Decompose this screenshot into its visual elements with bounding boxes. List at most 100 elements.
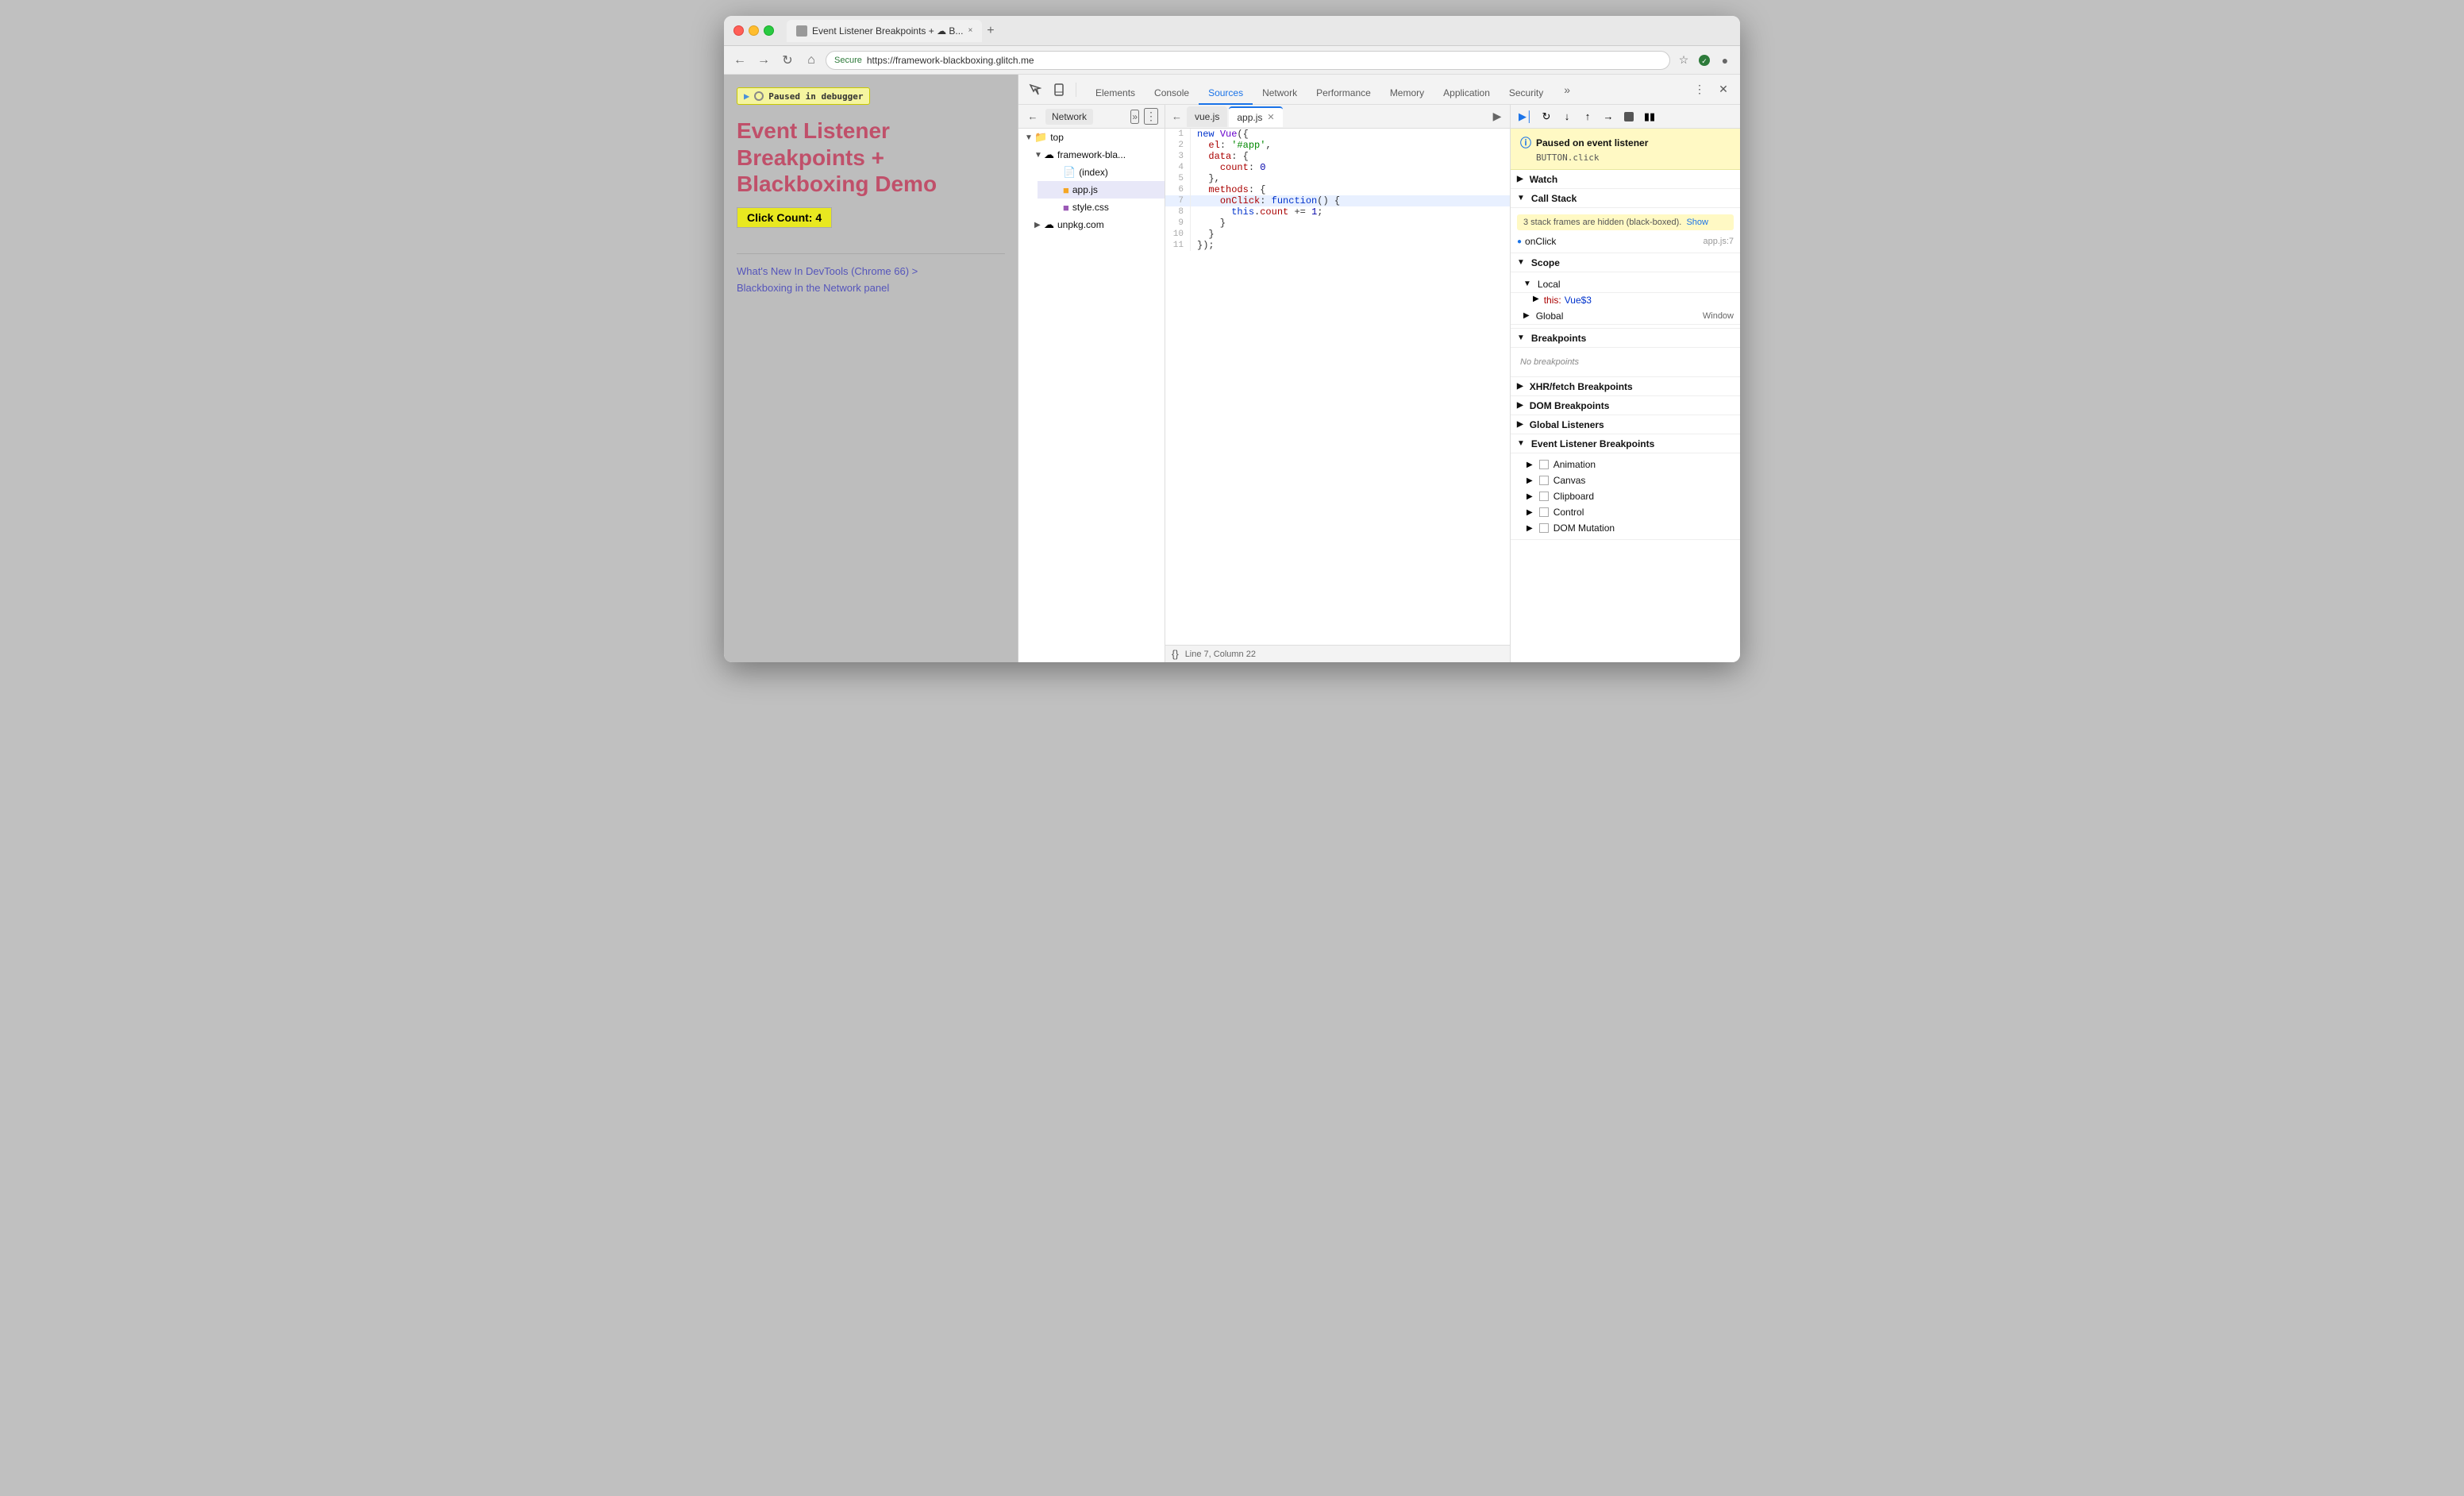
title-bar: Event Listener Breakpoints + ☁ B... × + <box>724 16 1740 46</box>
onclick-row[interactable]: ● onClick app.js:7 <box>1511 233 1740 249</box>
global-val: Window <box>1703 311 1734 321</box>
cursor-position: Line 7, Column 22 <box>1185 650 1256 659</box>
breakpoints-section-header[interactable]: ▼ Breakpoints <box>1511 329 1740 348</box>
global-listeners-section-header[interactable]: ▶ Global Listeners <box>1511 415 1740 434</box>
address-right-icons: ☆ ✓ ● <box>1675 52 1734 69</box>
evtbp-clipboard-label: Clipboard <box>1553 491 1594 502</box>
watch-section-header[interactable]: ▶ Watch <box>1511 170 1740 189</box>
new-tab-button[interactable]: + <box>984 24 997 38</box>
editor-tab-appjs[interactable]: app.js ✕ <box>1229 106 1282 127</box>
editor-tab-vuejs[interactable]: vue.js <box>1187 106 1227 127</box>
paused-record-indicator <box>754 91 764 101</box>
evtbp-canvas-checkbox[interactable] <box>1539 476 1549 485</box>
evtbp-animation-checkbox[interactable] <box>1539 460 1549 469</box>
main-content: ▶ Paused in debugger Event Listener Brea… <box>724 75 1740 662</box>
customize-button[interactable]: ⋮ <box>1689 79 1710 100</box>
fe-back-button[interactable]: ← <box>1025 109 1041 125</box>
onclick-dot: ● <box>1517 237 1522 246</box>
onclick-label: onClick <box>1525 236 1700 247</box>
callstack-show-link[interactable]: Show <box>1686 218 1708 227</box>
format-icon[interactable]: {} <box>1172 648 1179 660</box>
editor-format-button[interactable]: ▶ <box>1488 107 1507 126</box>
tab-performance[interactable]: Performance <box>1307 83 1380 105</box>
fe-network-tab[interactable]: Network <box>1045 109 1093 125</box>
back-button[interactable]: ← <box>730 51 749 70</box>
local-section-header[interactable]: ▼ Local <box>1511 276 1740 293</box>
step-button[interactable]: → <box>1600 108 1617 125</box>
fe-menu-button[interactable]: ⋮ <box>1144 108 1158 125</box>
step-into-button[interactable]: ↓ <box>1558 108 1576 125</box>
tree-item-top[interactable]: ▼ 📁 top <box>1018 129 1165 146</box>
browser-tab[interactable]: Event Listener Breakpoints + ☁ B... × <box>787 20 982 42</box>
evtbp-dom-mutation-checkbox[interactable] <box>1539 523 1549 533</box>
watch-label: Watch <box>1530 174 1558 185</box>
code-line-4: 4 count: 0 <box>1165 162 1510 173</box>
evtbp-animation: ▶ Animation <box>1511 457 1740 472</box>
code-lines: 1 new Vue({ 2 el: '#app', 3 <box>1165 129 1510 251</box>
scope-section-header[interactable]: ▼ Scope <box>1511 253 1740 272</box>
divider <box>737 253 1005 254</box>
tab-console[interactable]: Console <box>1145 83 1199 105</box>
tab-elements[interactable]: Elements <box>1086 83 1145 105</box>
global-section-header[interactable]: ▶ Global Window <box>1511 307 1740 325</box>
step-over-button[interactable]: ↻ <box>1538 108 1555 125</box>
home-button[interactable]: ⌂ <box>802 51 821 70</box>
blackbox-button[interactable] <box>1620 108 1638 125</box>
extensions-icon[interactable]: ✓ <box>1696 52 1713 69</box>
editor-tab-nav-back[interactable]: ← <box>1168 110 1185 122</box>
dom-section-header[interactable]: ▶ DOM Breakpoints <box>1511 396 1740 415</box>
onclick-location: app.js:7 <box>1703 237 1734 246</box>
tab-security[interactable]: Security <box>1500 83 1553 105</box>
devtools-link[interactable]: What's New In DevTools (Chrome 66) > <box>737 265 918 277</box>
xhr-section-header[interactable]: ▶ XHR/fetch Breakpoints <box>1511 377 1740 396</box>
close-button[interactable] <box>733 25 744 36</box>
code-line-7: 7 onClick: function() { <box>1165 195 1510 206</box>
device-toolbar-button[interactable] <box>1049 79 1069 100</box>
close-devtools-button[interactable]: ✕ <box>1713 79 1734 100</box>
step-out-button[interactable]: ↑ <box>1579 108 1596 125</box>
account-icon[interactable]: ● <box>1716 52 1734 69</box>
evtbp-control-checkbox[interactable] <box>1539 507 1549 517</box>
global-listeners-expand-arrow: ▶ <box>1517 420 1523 429</box>
fe-more-button[interactable]: » <box>1130 110 1139 124</box>
forward-button[interactable]: → <box>754 51 773 70</box>
tree-item-index[interactable]: 📄 (index) <box>1038 164 1165 181</box>
debug-panel: ▶│ ↻ ↓ ↑ → ▮▮ ⓘ Paused o <box>1510 105 1740 662</box>
editor-tab-close-icon[interactable]: ✕ <box>1267 112 1274 122</box>
code-line-3: 3 data: { <box>1165 151 1510 162</box>
callstack-section-header[interactable]: ▼ Call Stack <box>1511 189 1740 208</box>
inspector-button[interactable] <box>1025 79 1045 100</box>
pause-exceptions-button[interactable]: ▮▮ <box>1641 108 1658 125</box>
url-bar[interactable]: Secure https://framework-blackboxing.gli… <box>826 51 1670 70</box>
code-line-11: 11 }); <box>1165 240 1510 251</box>
blackboxing-link[interactable]: Blackboxing in the Network panel <box>737 282 889 294</box>
maximize-button[interactable] <box>764 25 774 36</box>
this-expand-arrow: ▶ <box>1533 295 1539 306</box>
tab-application[interactable]: Application <box>1434 83 1500 105</box>
evtbp-dom-mutation: ▶ DOM Mutation <box>1511 520 1740 536</box>
evtbp-clipboard: ▶ Clipboard <box>1511 488 1740 504</box>
resume-button[interactable]: ▶│ <box>1517 108 1534 125</box>
tree-item-framework[interactable]: ▼ ☁ framework-bla... <box>1028 146 1165 164</box>
code-line-8: 8 this.count += 1; <box>1165 206 1510 218</box>
tree-item-stylecss[interactable]: ■ style.css <box>1038 199 1165 216</box>
evtbp-clipboard-checkbox[interactable] <box>1539 492 1549 501</box>
tab-sources[interactable]: Sources <box>1199 83 1253 105</box>
minimize-button[interactable] <box>749 25 759 36</box>
bookmark-icon[interactable]: ☆ <box>1675 52 1692 69</box>
dom-expand-arrow: ▶ <box>1517 401 1523 410</box>
more-tabs-button[interactable]: » <box>1559 80 1575 99</box>
info-icon: ⓘ <box>1520 135 1531 151</box>
tree-item-unpkg[interactable]: ▶ ☁ unpkg.com <box>1028 216 1165 233</box>
evtbp-section-header[interactable]: ▼ Event Listener Breakpoints <box>1511 434 1740 453</box>
dom-label: DOM Breakpoints <box>1530 400 1610 411</box>
traffic-lights <box>733 25 774 36</box>
tab-memory[interactable]: Memory <box>1380 83 1434 105</box>
code-content[interactable]: 1 new Vue({ 2 el: '#app', 3 <box>1165 129 1510 645</box>
evtbp-control-label: Control <box>1553 507 1584 518</box>
scope-label: Scope <box>1531 257 1560 268</box>
reload-button[interactable]: ↻ <box>778 51 797 70</box>
tab-close-icon[interactable]: × <box>968 26 972 35</box>
tab-network[interactable]: Network <box>1253 83 1307 105</box>
tree-item-appjs[interactable]: ■ app.js <box>1038 181 1165 199</box>
